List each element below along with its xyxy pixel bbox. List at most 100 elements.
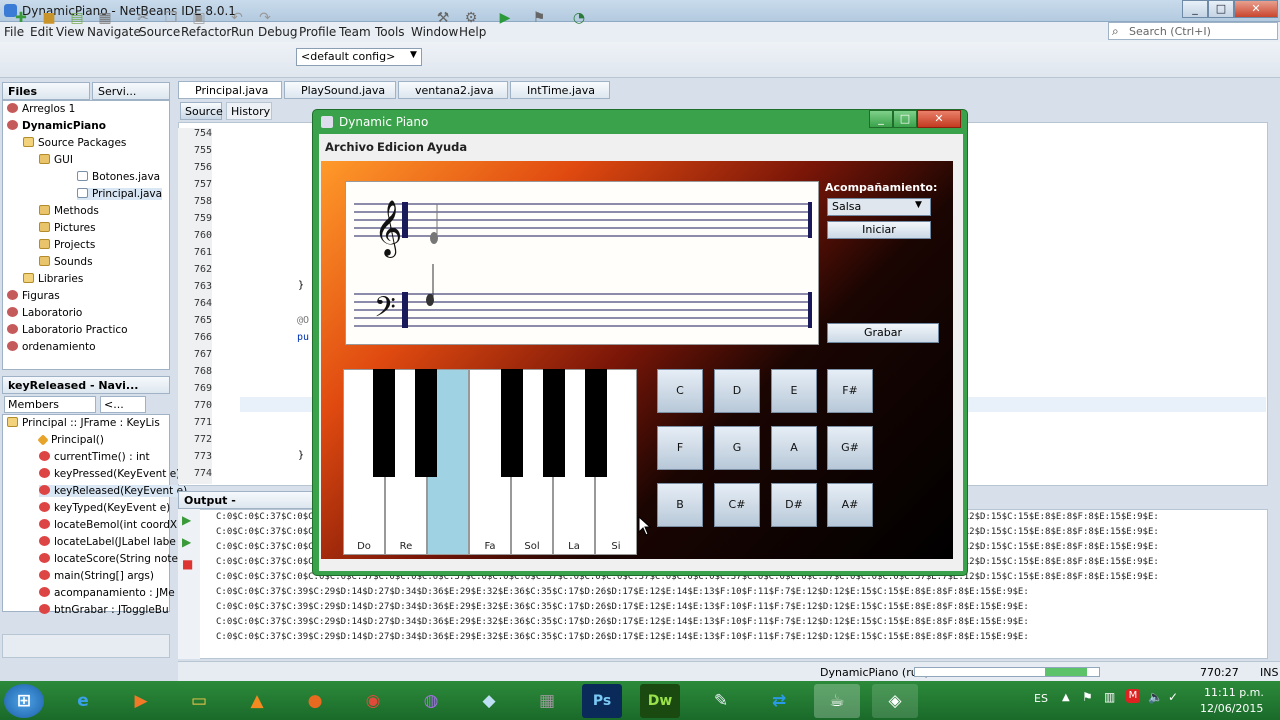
grabar-button[interactable]: Grabar <box>827 323 939 343</box>
language-indicator[interactable]: ES <box>1034 692 1048 705</box>
note-button-g[interactable]: G <box>714 426 760 470</box>
menu-archivo[interactable]: Archivo <box>325 140 374 154</box>
nav-item[interactable]: btnGrabar : JToggleBu <box>39 604 169 616</box>
note-button-c[interactable]: C <box>657 369 703 413</box>
app-close-button[interactable]: ✕ <box>917 110 961 128</box>
maximize-button[interactable]: □ <box>1208 0 1234 18</box>
network-icon[interactable]: ▥ <box>1104 690 1115 704</box>
nav-item[interactable]: locateBemol(int coordX <box>39 519 177 531</box>
piano-key-do-sharp[interactable] <box>373 369 395 477</box>
open-project-icon[interactable]: ▤ <box>66 7 88 29</box>
history-tab[interactable]: History <box>226 102 272 120</box>
cut-icon[interactable]: ✂ <box>132 7 154 29</box>
copy-icon[interactable]: ❐ <box>160 7 182 29</box>
tree-item[interactable]: Figuras <box>7 290 60 302</box>
app-maximize-button[interactable]: □ <box>893 110 917 128</box>
nav-item[interactable]: keyPressed(KeyEvent e) <box>39 468 180 480</box>
nav-item[interactable]: main(String[] args) <box>39 570 154 582</box>
note-button-d-sharp[interactable]: D# <box>771 483 817 527</box>
undo-icon[interactable]: ↶ <box>226 7 248 29</box>
tree-item[interactable]: Arreglos 1 <box>7 103 75 115</box>
tree-item[interactable]: Sounds <box>39 256 93 268</box>
run-icon[interactable]: ▶ <box>494 7 516 29</box>
profile-icon[interactable]: ◔ <box>568 7 590 29</box>
redo-icon[interactable]: ↷ <box>254 7 276 29</box>
tab-ventana2-java[interactable]: ventana2.java <box>398 81 508 99</box>
members-select[interactable]: Members <box>4 396 96 413</box>
rerun-icon[interactable]: ▶ <box>182 513 191 527</box>
tree-item[interactable]: DynamicPiano <box>7 120 106 132</box>
close-button[interactable]: ✕ <box>1234 0 1278 18</box>
volume-icon[interactable]: 🔈 <box>1148 690 1163 704</box>
debug-icon[interactable]: ⚑ <box>528 7 550 29</box>
file-explorer-icon[interactable]: ▭ <box>176 684 222 718</box>
tree-item-selected[interactable]: Principal.java <box>77 188 163 200</box>
output-tab[interactable]: Output - DynamicPiano <box>178 491 314 520</box>
piano-key-fa-sharp[interactable] <box>501 369 523 477</box>
tab-playsound-java[interactable]: PlaySound.java <box>284 81 396 99</box>
tree-item[interactable]: Projects <box>39 239 95 251</box>
antivirus-icon[interactable]: M <box>1126 689 1140 703</box>
note-button-a[interactable]: A <box>771 426 817 470</box>
menu-ayuda[interactable]: Ayuda <box>427 140 467 154</box>
app-minimize-button[interactable]: _ <box>869 110 893 128</box>
flag-icon[interactable]: ⚑ <box>1082 690 1093 704</box>
stop-icon[interactable]: ■ <box>182 557 193 571</box>
clean-build-icon[interactable]: ⚙ <box>460 7 482 29</box>
config-select[interactable]: <default config> <box>296 48 422 66</box>
tree-item[interactable]: Pictures <box>39 222 96 234</box>
eclipse-icon[interactable]: ◍ <box>408 684 454 718</box>
tree-item[interactable]: ordenamiento <box>7 341 96 353</box>
build-icon[interactable]: ⚒ <box>432 7 454 29</box>
media-player-icon[interactable]: ▶ <box>118 684 164 718</box>
tree-item[interactable]: Laboratorio <box>7 307 82 319</box>
java-icon[interactable]: ☕ <box>814 684 860 718</box>
tab-principal-java[interactable]: Principal.java <box>178 81 282 99</box>
menu-team[interactable]: Team <box>339 25 371 39</box>
menu-tools[interactable]: Tools <box>375 25 405 39</box>
source-tab[interactable]: Source <box>180 102 223 120</box>
nav-item[interactable]: Principal() <box>37 434 104 446</box>
note-button-b[interactable]: B <box>657 483 703 527</box>
tree-item[interactable]: Botones.java <box>77 171 160 183</box>
navigator-title[interactable]: keyReleased - Navi... <box>2 376 170 394</box>
tab-services[interactable]: Servi... <box>92 82 170 100</box>
tray-chevron-icon[interactable]: ▲ <box>1062 692 1070 703</box>
photoshop-icon[interactable]: Ps <box>582 684 622 718</box>
note-button-g-sharp[interactable]: G# <box>827 426 873 470</box>
project-icon[interactable]: ✎ <box>698 684 744 718</box>
virtualbox-icon[interactable]: ◆ <box>466 684 512 718</box>
minimize-button[interactable]: _ <box>1182 0 1208 18</box>
tree-item[interactable]: Source Packages <box>23 137 126 149</box>
new-file-icon[interactable]: ✚ <box>10 7 32 29</box>
nav-item[interactable]: Principal :: JFrame : KeyLis <box>7 417 160 429</box>
nav-item[interactable]: keyTyped(KeyEvent e) <box>39 502 170 514</box>
note-button-f[interactable]: F <box>657 426 703 470</box>
firefox-icon[interactable]: ● <box>292 684 338 718</box>
paste-icon[interactable]: ▣ <box>188 7 210 29</box>
piano-key-sol-sharp[interactable] <box>543 369 565 477</box>
nav-item[interactable]: locateScore(String note <box>39 553 178 565</box>
nav-item-selected[interactable]: keyReleased(KeyEvent e) <box>39 485 188 497</box>
tab-files[interactable]: Files <box>2 82 90 100</box>
rerun-settings-icon[interactable]: ▶ <box>182 535 191 549</box>
nav-item[interactable]: locateLabel(JLabel labe <box>39 536 176 548</box>
search-input[interactable]: Search (Ctrl+I) <box>1108 22 1278 40</box>
menu-edicion[interactable]: Edicion <box>377 140 424 154</box>
nav-item[interactable]: acompanamiento : JMe <box>39 587 175 599</box>
navigator-filter-select[interactable]: <... <box>100 396 146 413</box>
tree-item[interactable]: Libraries <box>23 273 83 285</box>
iniciar-button[interactable]: Iniciar <box>827 221 931 239</box>
teamviewer-icon[interactable]: ⇄ <box>756 684 802 718</box>
tree-item[interactable]: Laboratorio Practico <box>7 324 128 336</box>
clock-date[interactable]: 12/06/2015 <box>1200 702 1263 715</box>
internet-explorer-icon[interactable]: e <box>60 684 106 718</box>
new-project-icon[interactable]: ■ <box>38 7 60 29</box>
note-button-f-sharp[interactable]: F# <box>827 369 873 413</box>
save-all-icon[interactable]: ▦ <box>94 7 116 29</box>
note-button-d[interactable]: D <box>714 369 760 413</box>
tree-item[interactable]: GUI <box>39 154 73 166</box>
start-button[interactable]: ⊞ <box>4 684 44 718</box>
tree-item[interactable]: Methods <box>39 205 99 217</box>
piano-key-la-sharp[interactable] <box>585 369 607 477</box>
